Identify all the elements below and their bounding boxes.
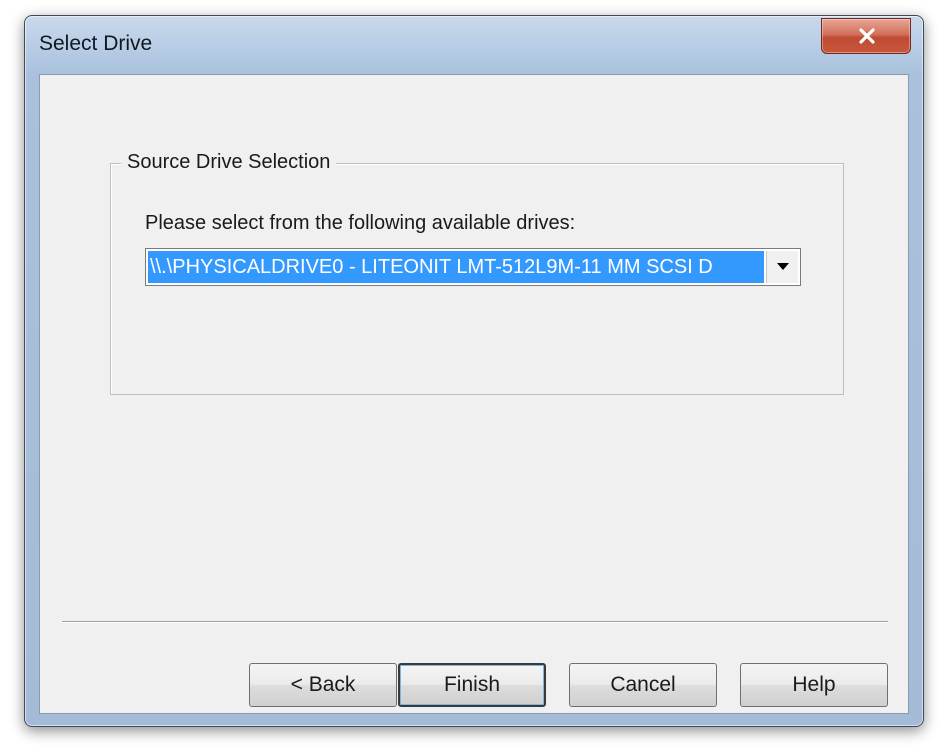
- groupbox-legend: Source Drive Selection: [121, 151, 337, 174]
- title-bar[interactable]: Select Drive: [25, 16, 923, 74]
- dialog-title: Select Drive: [39, 32, 153, 55]
- dropdown-button[interactable]: [766, 251, 798, 283]
- dialog-content: Source Drive Selection Please select fro…: [39, 74, 909, 714]
- back-button[interactable]: < Back: [249, 663, 397, 707]
- drive-select-value[interactable]: \\.\PHYSICALDRIVE0 - LITEONIT LMT-512L9M…: [148, 251, 764, 283]
- select-drive-dialog: Select Drive Source Drive Selection Plea…: [24, 15, 924, 727]
- finish-button[interactable]: Finish: [398, 663, 546, 707]
- chevron-down-icon: [777, 263, 789, 270]
- drive-select-prompt: Please select from the following availab…: [145, 212, 576, 234]
- drive-select-dropdown[interactable]: \\.\PHYSICALDRIVE0 - LITEONIT LMT-512L9M…: [145, 248, 801, 286]
- help-button[interactable]: Help: [740, 663, 888, 707]
- cancel-button[interactable]: Cancel: [569, 663, 717, 707]
- button-separator: [62, 621, 888, 623]
- close-icon: [859, 28, 875, 44]
- source-drive-groupbox: Source Drive Selection Please select fro…: [110, 151, 844, 395]
- close-button[interactable]: [821, 18, 911, 54]
